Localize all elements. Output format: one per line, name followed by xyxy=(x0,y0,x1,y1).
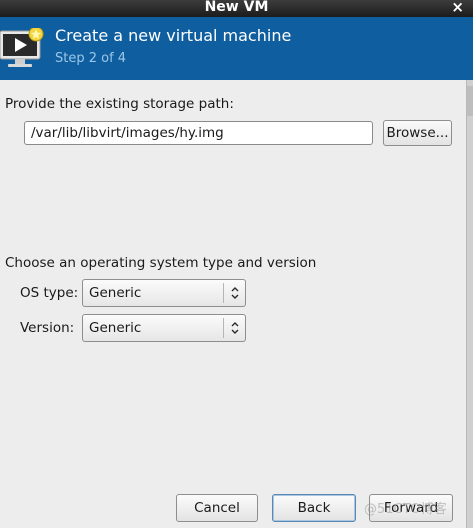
wizard-step-indicator: Step 2 of 4 xyxy=(55,51,127,66)
close-icon[interactable]: × xyxy=(451,0,464,16)
up-down-arrows-icon xyxy=(231,322,239,334)
os-type-value: Generic xyxy=(89,285,142,301)
os-section-label: Choose an operating system type and vers… xyxy=(5,255,317,271)
browse-button[interactable]: Browse... xyxy=(383,120,452,146)
wizard-title: Create a new virtual machine xyxy=(55,26,292,45)
vm-monitor-icon xyxy=(0,28,44,67)
up-down-arrows-icon xyxy=(231,287,239,299)
new-vm-window: New VM × Create a new virtual machine St… xyxy=(0,0,473,528)
version-label: Version: xyxy=(20,320,75,336)
back-button[interactable]: Back xyxy=(272,494,356,522)
version-value: Generic xyxy=(89,320,142,336)
scrollbar[interactable] xyxy=(466,80,473,528)
select-divider xyxy=(223,283,224,303)
window-title: New VM xyxy=(204,0,269,15)
wizard-header: Create a new virtual machine Step 2 of 4 xyxy=(0,17,473,80)
os-type-label: OS type: xyxy=(20,285,79,301)
version-select[interactable]: Generic xyxy=(82,314,246,342)
title-bar[interactable]: New VM × xyxy=(0,0,473,17)
cancel-button[interactable]: Cancel xyxy=(176,494,258,522)
storage-path-label: Provide the existing storage path: xyxy=(5,96,234,112)
forward-button[interactable]: Forward xyxy=(369,494,453,522)
storage-path-input[interactable] xyxy=(24,121,373,145)
select-divider xyxy=(223,318,224,338)
os-type-select[interactable]: Generic xyxy=(82,279,246,307)
